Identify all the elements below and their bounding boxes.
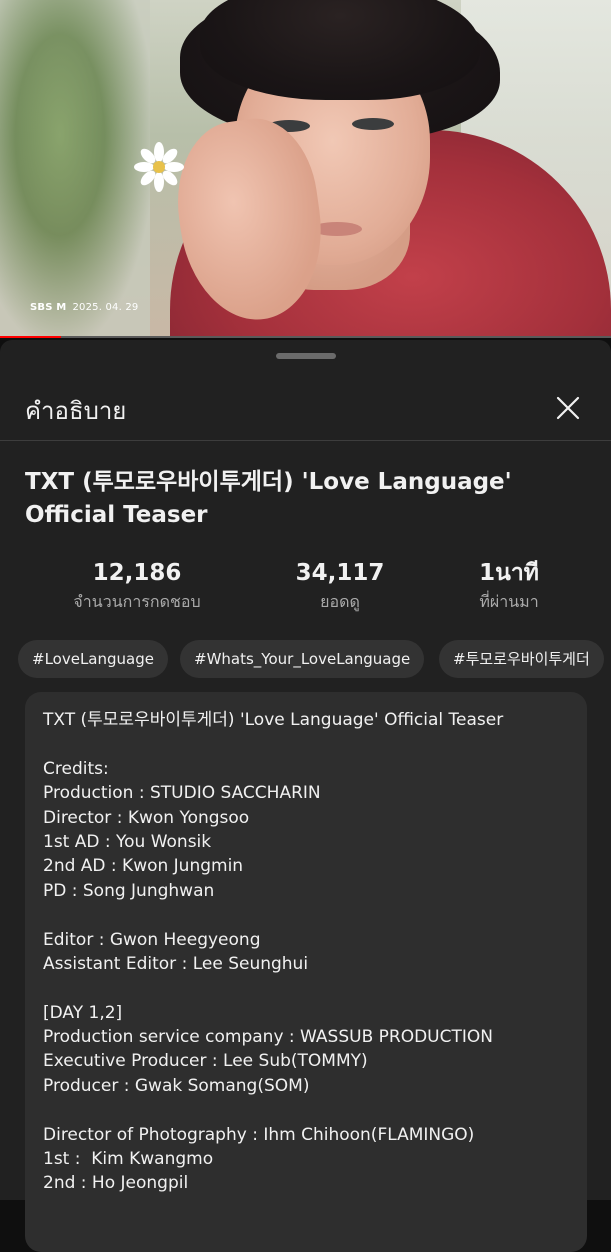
- video-frame-eye-right: [352, 118, 394, 130]
- description-line: Production service company : WASSUB PROD…: [43, 1027, 493, 1048]
- background-foliage: [0, 0, 150, 338]
- likes-stat: 12,186 จำนวนการกดชอบ: [37, 558, 237, 614]
- sheet-header: คำอธิบาย: [0, 376, 611, 440]
- description-line: 2nd AD : Kwon Jungmin: [43, 856, 244, 877]
- description-sheet: คำอธิบาย TXT (투모로우바이투게더) 'Love Language'…: [0, 340, 611, 1252]
- upload-age-label: ที่ผ่านมา: [479, 592, 539, 611]
- video-player[interactable]: SBS M 2025. 04. 29: [0, 0, 611, 338]
- header-divider: [0, 440, 611, 441]
- video-frame-hair-top: [200, 0, 480, 100]
- description-line: Director of Photography : Ihm Chihoon(FL…: [43, 1124, 475, 1145]
- description-line: Production : STUDIO SACCHARIN: [43, 783, 321, 804]
- progress-bar[interactable]: [0, 336, 611, 338]
- description-line: [43, 732, 573, 756]
- hashtag-chip[interactable]: #Whats_Your_LoveLanguage: [180, 640, 425, 678]
- description-line: 1st : Kim Kwangmo: [43, 1149, 214, 1170]
- description-line: Assistant Editor : Lee Seunghui: [43, 953, 309, 974]
- upload-age-value: 1นาที: [479, 560, 539, 586]
- progress-fill: [0, 336, 62, 338]
- description-line: Director : Kwon Yongsoo: [43, 807, 250, 828]
- sheet-title: คำอธิบาย: [25, 397, 127, 425]
- likes-label: จำนวนการกดชอบ: [73, 592, 201, 611]
- description-box[interactable]: TXT (투모로우바이투게더) 'Love Language' Official…: [25, 692, 587, 1252]
- description-line: 1st AD : You Wonsik: [43, 831, 212, 852]
- description-line: Producer : Gwak Somang(SOM): [43, 1075, 310, 1096]
- hashtag-chips: #LoveLanguage #Whats_Your_LoveLanguage #…: [18, 640, 611, 678]
- close-button[interactable]: [548, 388, 588, 428]
- description-line: [43, 976, 573, 1000]
- hashtag-chip[interactable]: #LoveLanguage: [18, 640, 168, 678]
- close-icon: [556, 396, 580, 420]
- description-line: 2nd : Ho Jeongpil: [43, 1173, 189, 1194]
- description-line: [DAY 1,2]: [43, 1002, 123, 1023]
- upload-age-stat: 1นาที ที่ผ่านมา: [409, 558, 609, 614]
- description-line: Executive Producer : Lee Sub(TOMMY): [43, 1051, 368, 1072]
- description-line: [43, 1098, 573, 1122]
- description-line: TXT (투모로우바이투게더) 'Love Language' Official…: [43, 710, 504, 730]
- video-title: TXT (투모로우바이투게더) 'Love Language' Official…: [25, 469, 512, 528]
- description-line: Editor : Gwon Heegyeong: [43, 929, 261, 950]
- description-line: PD : Song Junghwan: [43, 880, 215, 901]
- likes-count: 12,186: [92, 560, 182, 586]
- video-stats: 12,186 จำนวนการกดชอบ 34,117 ยอดดู 1นาที …: [0, 558, 611, 620]
- daisy-flower-icon: [134, 142, 184, 192]
- broadcast-watermark: SBS M 2025. 04. 29: [30, 302, 138, 313]
- drag-handle[interactable]: [276, 353, 336, 359]
- watermark-logo: SBS M: [30, 302, 67, 313]
- description-line: Credits:: [43, 758, 109, 779]
- hashtag-chip[interactable]: #투모로우바이투게더: [439, 640, 604, 678]
- description-text: TXT (투모로우바이투게더) 'Love Language' Official…: [43, 708, 573, 1196]
- description-line: [43, 903, 573, 927]
- watermark-date: 2025. 04. 29: [72, 302, 139, 313]
